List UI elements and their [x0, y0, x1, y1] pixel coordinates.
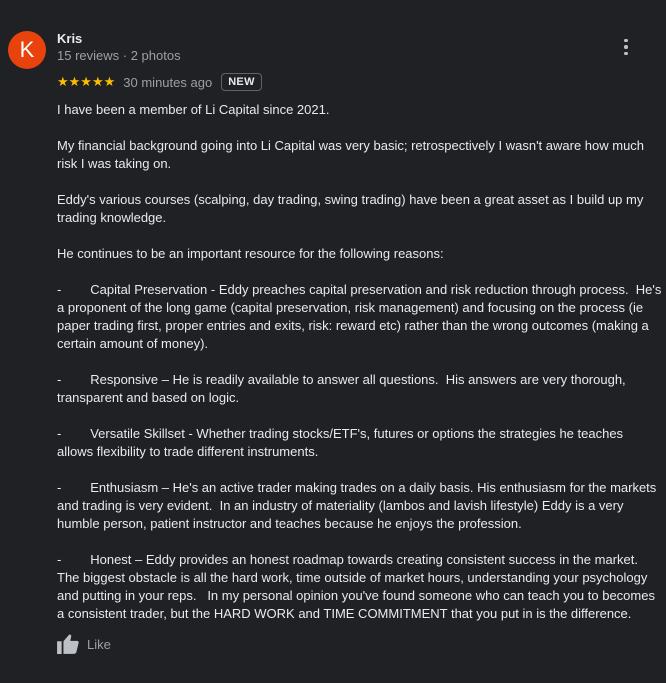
review-paragraph: - Responsive – He is readily available t…: [57, 372, 630, 405]
review-card: K Kris 15 reviews · 2 photos ★★★★★ 30 mi…: [0, 0, 666, 683]
review-paragraph: My financial background going into Li Ca…: [57, 138, 645, 171]
rating-row: ★★★★★ 30 minutes ago NEW: [57, 71, 262, 93]
review-paragraph: - Honest – Eddy provides an honest roadm…: [57, 552, 659, 621]
review-time: 30 minutes ago: [123, 74, 213, 90]
more-vert-icon[interactable]: [616, 36, 636, 58]
like-label: Like: [87, 636, 111, 652]
avatar[interactable]: K: [8, 31, 46, 69]
review-text: I have been a member of Li Capital since…: [57, 101, 662, 641]
review-paragraph: He continues to be an important resource…: [57, 246, 444, 261]
review-paragraph: - Versatile Skillset - Whether trading s…: [57, 426, 627, 459]
review-paragraph: - Enthusiasm – He's an active trader mak…: [57, 480, 660, 531]
review-paragraph: Eddy's various courses (scalping, day tr…: [57, 192, 644, 225]
author-meta: 15 reviews · 2 photos: [57, 48, 181, 63]
review-paragraph: - Capital Preservation - Eddy preaches c…: [57, 282, 666, 351]
review-paragraph: I have been a member of Li Capital since…: [57, 102, 330, 117]
new-badge: NEW: [221, 73, 262, 91]
like-button[interactable]: Like: [57, 634, 111, 654]
author-name[interactable]: Kris: [57, 31, 82, 46]
thumb-up-icon: [57, 634, 79, 654]
star-rating: ★★★★★: [57, 74, 116, 89]
